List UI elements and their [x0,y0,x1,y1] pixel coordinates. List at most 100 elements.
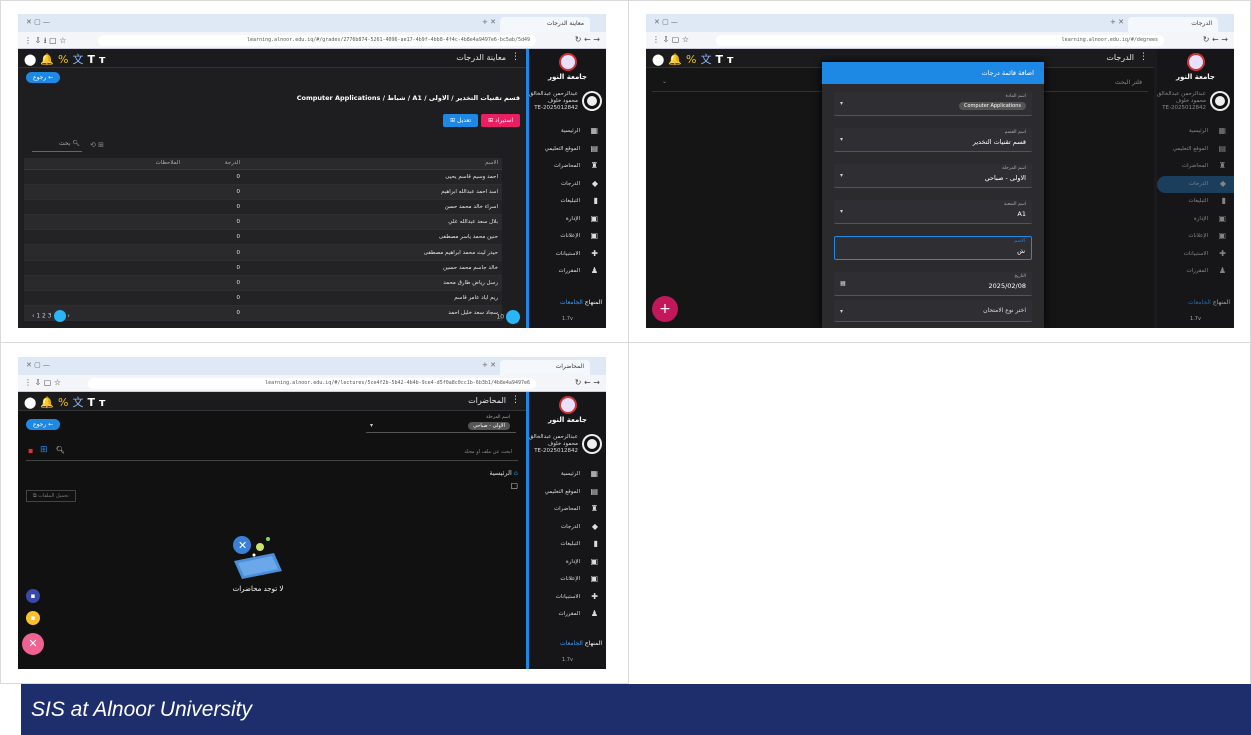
upload-chip[interactable]: تحميل الملفات ⧉ [26,490,76,502]
sidebar-item[interactable]: ◆ الدرجات [529,176,606,194]
grade-cell[interactable]: 0 [184,184,244,200]
sidebar-item[interactable]: ▣ الإعلانات [1157,228,1234,246]
col-grade[interactable]: الدرجة [184,158,244,170]
edit-button[interactable]: تعديل ⊞ [443,114,478,127]
table-row[interactable]: 0 احمد وسيم قاسم يحيى [24,169,502,185]
browser-tab[interactable]: الدرجات [1128,17,1218,32]
sidebar-item[interactable]: ◆ الدرجات [529,519,606,537]
date-input[interactable]: التاريخ 2025/02/08 ▦ [834,272,1032,296]
sidebar-item[interactable]: ♜ المحاضرات [529,158,606,176]
sidebar-item[interactable]: ▣ الإعلانات [529,571,606,589]
user-card[interactable]: عبدالرحمن عبدالخالق محمود خلوف TE-2025012… [529,89,606,119]
sidebar-item[interactable]: ✚ الاستبيانات [529,589,606,607]
grid-view-icon[interactable]: ▪ [28,446,33,455]
sidebar-item[interactable]: ♜ المحاضرات [1157,158,1234,176]
sidebar-item[interactable]: ▦ الرئيسية [529,123,606,141]
browser-tab[interactable]: المحاضرات [500,360,590,375]
nav-icons[interactable]: ⋮ ⇩ ▢ ☆ [652,35,689,44]
col-notes[interactable]: الملاحظات [24,158,184,170]
sidebar-item[interactable]: ▤ الموقع التعليمي [529,141,606,159]
page-size[interactable]: 10 [496,310,520,324]
grade-cell[interactable]: 0 [184,275,244,292]
grade-cell[interactable]: 0 [184,244,244,261]
sidebar-item[interactable]: ✚ الاستبيانات [529,246,606,264]
current-page-dot[interactable] [53,310,66,322]
table-row[interactable]: 0 حنين محمد ياسر مصطفى [24,229,502,246]
table-row[interactable]: 0 سجاد سعد خليل احمد [24,305,502,322]
grade-cell[interactable]: 0 [184,229,244,246]
folder-fab-button[interactable]: ▪ [26,611,40,625]
col-name[interactable]: الاسم [244,158,502,170]
grade-cell[interactable]: 0 [184,214,244,231]
table-row[interactable]: 0 اسد احمد عبدالله ابراهيم [24,184,502,200]
grade-cell[interactable]: 0 [184,169,244,185]
file-fab-button[interactable]: ▪ [26,589,40,603]
back-button[interactable]: ← رجوع [26,72,61,83]
section-select[interactable]: اسم الشعبة A1 ▾ [834,200,1032,224]
sidebar-item[interactable]: ▣ الإدارة [529,211,606,229]
pagination[interactable]: ‹ 1 2 3 › [32,310,70,322]
page-size-button[interactable] [506,310,520,324]
sidebar-item[interactable]: ▦ الرئيسية [1157,123,1234,141]
sidebar-item[interactable]: ▣ الإعلانات [529,228,606,246]
window-controls-icon[interactable]: ✕ ▢ — [26,361,50,369]
close-fab-button[interactable]: ✕ [22,633,44,655]
sidebar-item[interactable]: ▮ التبليغات [529,193,606,211]
reload-icon[interactable]: ↻ ← → [575,378,600,387]
new-tab-icon[interactable]: + ✕ [482,361,496,369]
url-field[interactable]: learning.alnoor.edu.iq/#/lectures/5ce4f2… [88,378,536,389]
toolbar-icons[interactable]: ⬤🔔%文Tт [652,51,737,67]
window-controls-icon[interactable]: ✕ ▢ — [26,18,50,26]
list-view-icon[interactable]: ⊞ [40,445,48,455]
reload-icon[interactable]: ↻ ← → [575,35,600,44]
stage-select[interactable]: الاولى - صباحي ▾ [366,421,516,433]
search-input[interactable]: بحث 🔍︎ [32,140,82,152]
new-tab-icon[interactable]: + ✕ [1110,18,1124,26]
toolbar-icons-table[interactable]: ⟲ ⊞ [90,141,104,149]
sidebar-item[interactable]: ✚ الاستبيانات [1157,246,1234,264]
subject-select[interactable]: اسم المادة Computer Applications ▾ [834,92,1032,116]
toolbar-icons[interactable]: ⬤🔔%文Tт [24,51,109,67]
sidebar-item[interactable]: ▣ الإدارة [529,554,606,572]
sidebar-item[interactable]: ▣ الإدارة [1157,211,1234,229]
table-row[interactable]: 0 بلال سعد عبدالله علي [24,214,502,231]
menu-icon[interactable]: ⋮ [1139,52,1148,62]
name-input[interactable]: الاسم ش [834,236,1032,260]
window-controls-icon[interactable]: ✕ ▢ — [654,18,678,26]
sidebar-item[interactable]: ▮ التبليغات [529,536,606,554]
new-tab-icon[interactable]: + ✕ [482,18,496,26]
sidebar-item[interactable]: ♟ المقررات [529,263,606,281]
table-row[interactable]: 0 ريم اياد عامر قاسم [24,290,502,307]
sidebar-item[interactable]: ♟ المقررات [529,606,606,624]
nav-icons[interactable]: ⋮ ⇩ ▢ ☆ [24,378,61,387]
toolbar-icons[interactable]: ⬤🔔%文Tт [24,394,109,410]
exam-type-select[interactable]: اختر نوع الامتحان ▾ [834,300,1032,322]
back-button[interactable]: ← رجوع [26,419,61,430]
grade-cell[interactable]: 0 [184,199,244,216]
sidebar-item[interactable]: ♜ المحاضرات [529,501,606,519]
add-fab-button[interactable]: + [652,296,678,322]
grade-cell[interactable]: 0 [184,305,244,322]
sidebar-item[interactable]: ▤ الموقع التعليمي [529,484,606,502]
department-select[interactable]: اسم القسم قسم تقنيات التخدير ▾ [834,128,1032,152]
calendar-icon[interactable]: ▦ [840,280,846,287]
url-field[interactable]: learning.alnoor.edu.iq/#/grades/2776b874… [98,35,536,46]
table-row[interactable]: 0 رسل رياض طارق محمد [24,275,502,292]
sidebar-item[interactable]: ▦ الرئيسية [529,466,606,484]
url-field[interactable]: learning.alnoor.edu.iq/#/degrees [716,35,1164,46]
table-row[interactable]: 0 اسراء خالد محمد حسن [24,199,502,216]
grade-cell[interactable]: 0 [184,260,244,276]
menu-icon[interactable]: ⋮ [511,395,520,405]
grade-cell[interactable]: 0 [184,290,244,307]
sidebar-item[interactable]: ▤ الموقع التعليمي [1157,141,1234,159]
stage-select[interactable]: اسم المرحلة الاولى - صباحي ▾ [834,164,1032,188]
folder-icon[interactable]: ▢ [510,481,518,490]
menu-icon[interactable]: ⋮ [511,52,520,62]
browser-tab[interactable]: معاينة الدرجات [500,17,590,32]
table-row[interactable]: 0 حيدر ليث محمد ابراهيم مصطفى [24,244,502,261]
sidebar-item[interactable]: ♟ المقررات [1157,263,1234,281]
nav-icons[interactable]: ⋮ ⇩ ⭳ ▢ ☆ [24,35,66,49]
sidebar-item[interactable]: ▮ التبليغات [1157,193,1234,211]
sidebar-item-active[interactable]: ◆ الدرجات [1157,175,1234,193]
user-card[interactable]: عبدالرحمن عبدالخالق محمود خلوف TE-2025012… [1157,89,1234,119]
